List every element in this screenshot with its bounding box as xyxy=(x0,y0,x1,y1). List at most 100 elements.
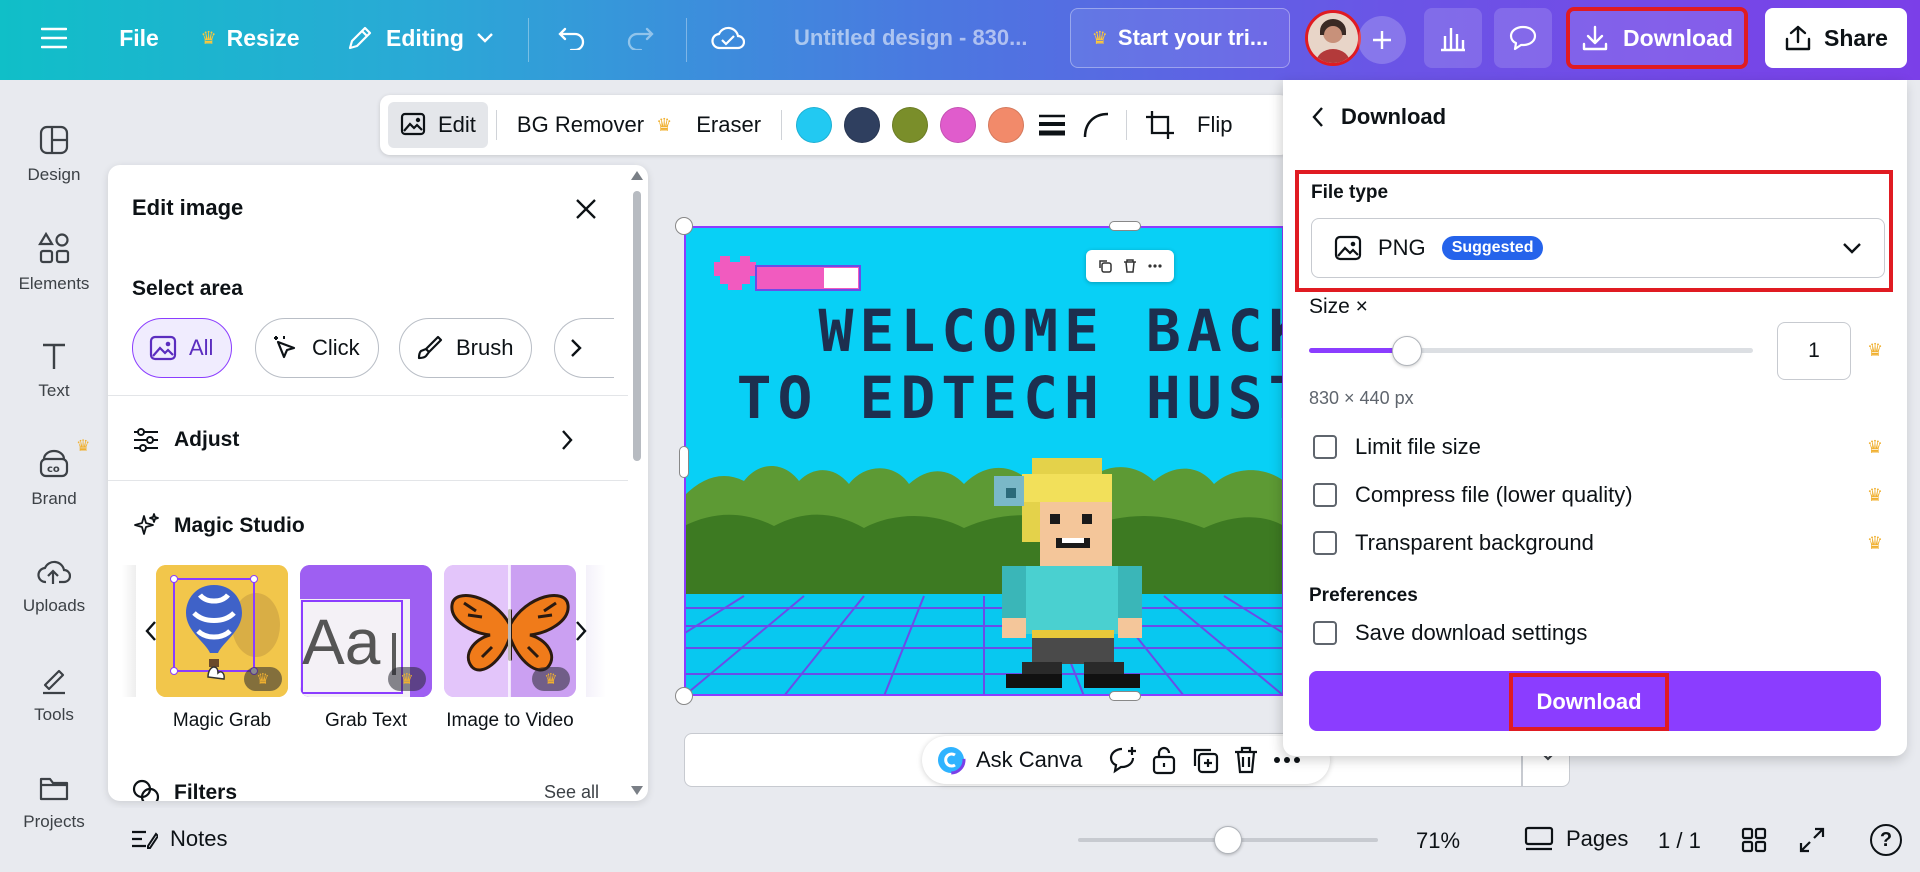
slider-thumb[interactable] xyxy=(1392,336,1422,366)
select-more-chip[interactable] xyxy=(554,318,614,378)
more-dots-icon[interactable] xyxy=(1147,258,1163,274)
select-brush-chip[interactable]: Brush xyxy=(399,318,533,378)
resize-handle[interactable] xyxy=(675,687,693,705)
option-label: Limit file size xyxy=(1355,434,1481,459)
download-button-label[interactable]: Download xyxy=(1509,673,1669,731)
editing-mode-dropdown[interactable]: Editing xyxy=(335,8,505,68)
lock-icon[interactable] xyxy=(1150,745,1178,775)
file-type-select[interactable]: PNG Suggested xyxy=(1311,218,1885,278)
ask-canva-button[interactable]: Ask Canva xyxy=(936,745,1082,775)
select-area-label: Select area xyxy=(132,277,243,300)
adjust-row[interactable]: Adjust xyxy=(132,427,239,453)
bg-remover-button[interactable]: BG Remover ♛ xyxy=(505,102,684,148)
resize-handle[interactable] xyxy=(679,446,689,478)
sidebar-item-elements[interactable]: Elements xyxy=(0,218,108,308)
flip-button[interactable]: Flip xyxy=(1185,102,1244,148)
download-button[interactable]: Download xyxy=(1309,671,1881,731)
invite-button[interactable] xyxy=(1358,16,1406,64)
image-icon xyxy=(1334,235,1362,261)
close-panel-button[interactable] xyxy=(568,191,604,227)
notes-button[interactable]: Notes xyxy=(130,826,227,852)
design-title[interactable]: Untitled design - 830... xyxy=(794,8,1027,68)
crown-icon: ♛ xyxy=(1091,27,1108,48)
chevron-down-icon xyxy=(1843,243,1861,254)
zoom-value[interactable]: 71% xyxy=(1416,828,1460,854)
sidebar-item-uploads[interactable]: Uploads xyxy=(0,542,108,632)
download-back-button[interactable]: Download xyxy=(1311,104,1446,130)
select-click-chip[interactable]: Click xyxy=(255,318,379,378)
corner-rounding-button[interactable] xyxy=(1074,102,1118,148)
avatar[interactable] xyxy=(1305,10,1361,66)
edit-tool-button[interactable]: Edit xyxy=(388,102,488,148)
panel-scrollbar[interactable] xyxy=(630,169,644,799)
select-all-chip[interactable]: All xyxy=(132,318,233,378)
slider-thumb[interactable] xyxy=(1214,826,1242,854)
resize-handle[interactable] xyxy=(675,217,693,235)
trash-icon[interactable] xyxy=(1122,258,1138,274)
checkbox[interactable] xyxy=(1313,621,1337,645)
grab-text-card[interactable]: Aa ♛ xyxy=(300,565,432,697)
color-swatch[interactable] xyxy=(940,107,977,143)
comments-button[interactable] xyxy=(1494,8,1552,68)
insights-button[interactable] xyxy=(1424,8,1482,68)
border-style-button[interactable] xyxy=(1030,102,1074,148)
resize-handle[interactable] xyxy=(1109,221,1141,231)
crown-icon: ♛ xyxy=(76,438,91,455)
redo-button[interactable] xyxy=(616,8,664,68)
zoom-slider[interactable] xyxy=(1078,826,1378,854)
resize-handle[interactable] xyxy=(1109,691,1141,701)
sidebar-item-text[interactable]: Text xyxy=(0,326,108,416)
eraser-button[interactable]: Eraser xyxy=(684,102,773,148)
pencil-icon xyxy=(348,26,372,50)
checkbox[interactable] xyxy=(1313,435,1337,459)
scrollbar-thumb[interactable] xyxy=(633,191,641,461)
undo-button[interactable] xyxy=(548,8,596,68)
edit-image-icon xyxy=(400,112,426,136)
grab-text-sample: Aa xyxy=(302,606,381,678)
limit-file-size-option[interactable]: Limit file size ♛ xyxy=(1313,434,1883,460)
file-menu[interactable]: File xyxy=(104,8,174,68)
download-top-button[interactable]: Download xyxy=(1566,7,1748,69)
color-swatch[interactable] xyxy=(844,107,881,143)
checkbox[interactable] xyxy=(1313,531,1337,555)
copy-icon[interactable] xyxy=(1097,258,1113,274)
sidebar-item-projects[interactable]: Projects xyxy=(0,758,108,848)
see-all-link[interactable]: See all xyxy=(544,782,599,801)
design-canvas[interactable]: WELCOME BACK TO EDTECH HUSTLE xyxy=(675,217,1284,705)
cloud-sync-button[interactable] xyxy=(704,8,752,68)
sidebar-item-brand[interactable]: ♛ co Brand xyxy=(0,434,108,524)
compress-file-option[interactable]: Compress file (lower quality) ♛ xyxy=(1313,482,1883,508)
color-swatch[interactable] xyxy=(988,107,1025,143)
size-slider[interactable] xyxy=(1309,336,1753,366)
grid-view-button[interactable] xyxy=(1740,826,1768,854)
color-swatch[interactable] xyxy=(796,107,833,143)
magic-grab-card[interactable]: ♛ xyxy=(156,565,288,697)
menu-button[interactable] xyxy=(30,8,78,68)
download-panel-title: Download xyxy=(1341,104,1447,129)
transparent-background-option[interactable]: Transparent background ♛ xyxy=(1313,530,1883,556)
share-button[interactable]: Share xyxy=(1765,8,1907,68)
premium-badge: ♛ xyxy=(244,667,282,691)
help-button[interactable]: ? xyxy=(1870,824,1902,856)
sidebar-item-tools[interactable]: Tools xyxy=(0,650,108,740)
image-to-video-card[interactable]: ♛ xyxy=(444,565,576,697)
size-input[interactable]: 1 xyxy=(1777,322,1851,380)
trash-icon[interactable] xyxy=(1232,745,1260,775)
save-download-settings-option[interactable]: Save download settings xyxy=(1313,620,1883,646)
sidebar-item-design[interactable]: Design xyxy=(0,110,108,200)
start-trial-button[interactable]: ♛ Start your tri... xyxy=(1070,8,1290,68)
grid-icon xyxy=(1741,827,1767,853)
adjust-chevron[interactable] xyxy=(560,429,574,451)
duplicate-icon[interactable] xyxy=(1190,745,1220,775)
pages-button[interactable]: Pages xyxy=(1524,826,1628,852)
carousel-next-button[interactable] xyxy=(574,620,588,642)
comment-icon xyxy=(1509,25,1537,51)
add-comment-icon[interactable] xyxy=(1108,745,1138,775)
checkbox[interactable] xyxy=(1313,483,1337,507)
ask-canva-pill: Ask Canva xyxy=(922,736,1330,784)
fullscreen-button[interactable] xyxy=(1798,826,1826,854)
color-swatch[interactable] xyxy=(892,107,929,143)
crop-button[interactable] xyxy=(1135,102,1185,148)
divider xyxy=(495,110,497,140)
resize-button[interactable]: ♛ Resize xyxy=(190,8,310,68)
